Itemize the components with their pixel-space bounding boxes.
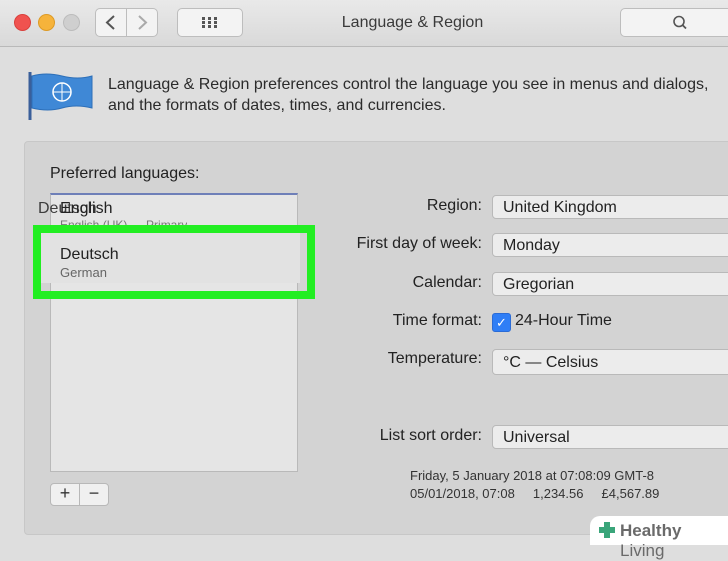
- time-format-label: Time format:: [392, 312, 482, 329]
- sample-date-line: Friday, 5 January 2018 at 07:08:09 GMT-8: [410, 468, 655, 483]
- sample-number-line: 05/01/2018, 07:08 1,234.56 £4,567.89: [410, 486, 660, 501]
- language-item-deutsch-name: Deutsch: [60, 246, 119, 263]
- grid-icon: [202, 17, 217, 28]
- globe-flag-icon: [28, 72, 93, 120]
- language-item-english[interactable]: English: [60, 200, 112, 218]
- healthy-living-logo-icon: [599, 522, 615, 538]
- region-popup[interactable]: United Kingdom: [492, 195, 728, 219]
- description-text: Language & Region preferences control th…: [108, 74, 728, 116]
- title-bar: Language & Region: [0, 0, 728, 47]
- watermark-text: Healthy Living: [620, 521, 728, 561]
- show-all-button[interactable]: [177, 8, 243, 37]
- first-day-popup[interactable]: Monday: [492, 233, 728, 257]
- language-item-deutsch-subtitle: German: [60, 265, 107, 280]
- close-window-button[interactable]: [14, 14, 31, 31]
- chevron-right-icon: [138, 15, 148, 30]
- first-day-label: First day of week:: [356, 235, 482, 252]
- calendar-label: Calendar:: [412, 274, 482, 291]
- description-line-2: and the formats of dates, times, and cur…: [108, 97, 446, 114]
- chevron-left-icon: [105, 15, 115, 30]
- calendar-popup[interactable]: Gregorian: [492, 272, 728, 296]
- watermark-bold: Healthy: [620, 521, 682, 540]
- watermark-regular: Living: [620, 541, 665, 560]
- zoom-window-button[interactable]: [63, 14, 80, 31]
- remove-language-button[interactable]: −: [79, 483, 109, 506]
- temperature-label: Temperature:: [387, 350, 482, 367]
- add-language-button[interactable]: +: [50, 483, 80, 506]
- back-button[interactable]: [95, 8, 127, 37]
- search-icon: [673, 15, 687, 30]
- sort-order-popup[interactable]: Universal: [492, 425, 728, 449]
- window-title: Language & Region: [341, 14, 484, 31]
- search-field[interactable]: [620, 8, 728, 37]
- region-label: Region:: [426, 197, 482, 214]
- time-format-checkbox-label[interactable]: 24-Hour Time: [515, 312, 612, 330]
- minimize-window-button[interactable]: [38, 14, 55, 31]
- preferred-languages-label: Preferred languages:: [50, 165, 200, 182]
- time-format-checkbox[interactable]: ✓: [492, 313, 511, 332]
- forward-button[interactable]: [126, 8, 158, 37]
- description-line-1: Language & Region preferences control th…: [108, 76, 709, 93]
- temperature-popup[interactable]: °C — Celsius: [492, 349, 728, 375]
- sort-order-label: List sort order:: [379, 427, 482, 444]
